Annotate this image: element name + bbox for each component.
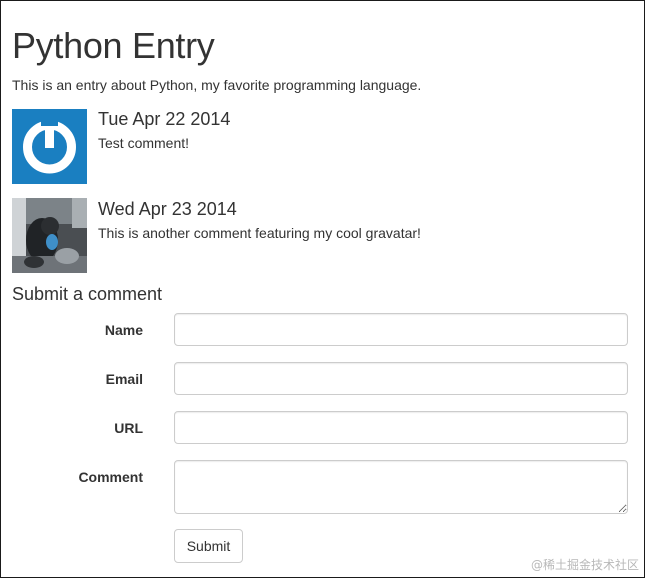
avatar <box>12 198 87 273</box>
power-logo-icon <box>12 109 87 184</box>
name-field[interactable] <box>174 313 628 346</box>
avatar <box>12 109 87 184</box>
comment-text: Test comment! <box>98 135 190 151</box>
url-field[interactable] <box>174 411 628 444</box>
page-title: Python Entry <box>12 25 215 66</box>
name-label: Name <box>104 322 143 338</box>
comment-text: This is another comment featuring my coo… <box>98 225 421 241</box>
comment-label: Comment <box>78 469 143 485</box>
watermark: @稀土掘金技术社区 <box>530 558 639 572</box>
entry-body: This is an entry about Python, my favori… <box>12 77 422 93</box>
email-field[interactable] <box>174 362 628 395</box>
comment-field[interactable] <box>174 460 628 514</box>
email-label: Email <box>105 371 143 387</box>
comment-item: Tue Apr 22 2014 Test comment! <box>12 109 632 185</box>
comment-item: Wed Apr 23 2014 This is another comment … <box>12 198 632 274</box>
comment-date: Tue Apr 22 2014 <box>98 109 231 129</box>
submit-button[interactable]: Submit <box>174 529 243 563</box>
form-title: Submit a comment <box>12 284 163 304</box>
comment-date: Wed Apr 23 2014 <box>98 199 237 219</box>
photo-avatar-icon <box>12 198 87 273</box>
url-label: URL <box>114 420 143 436</box>
